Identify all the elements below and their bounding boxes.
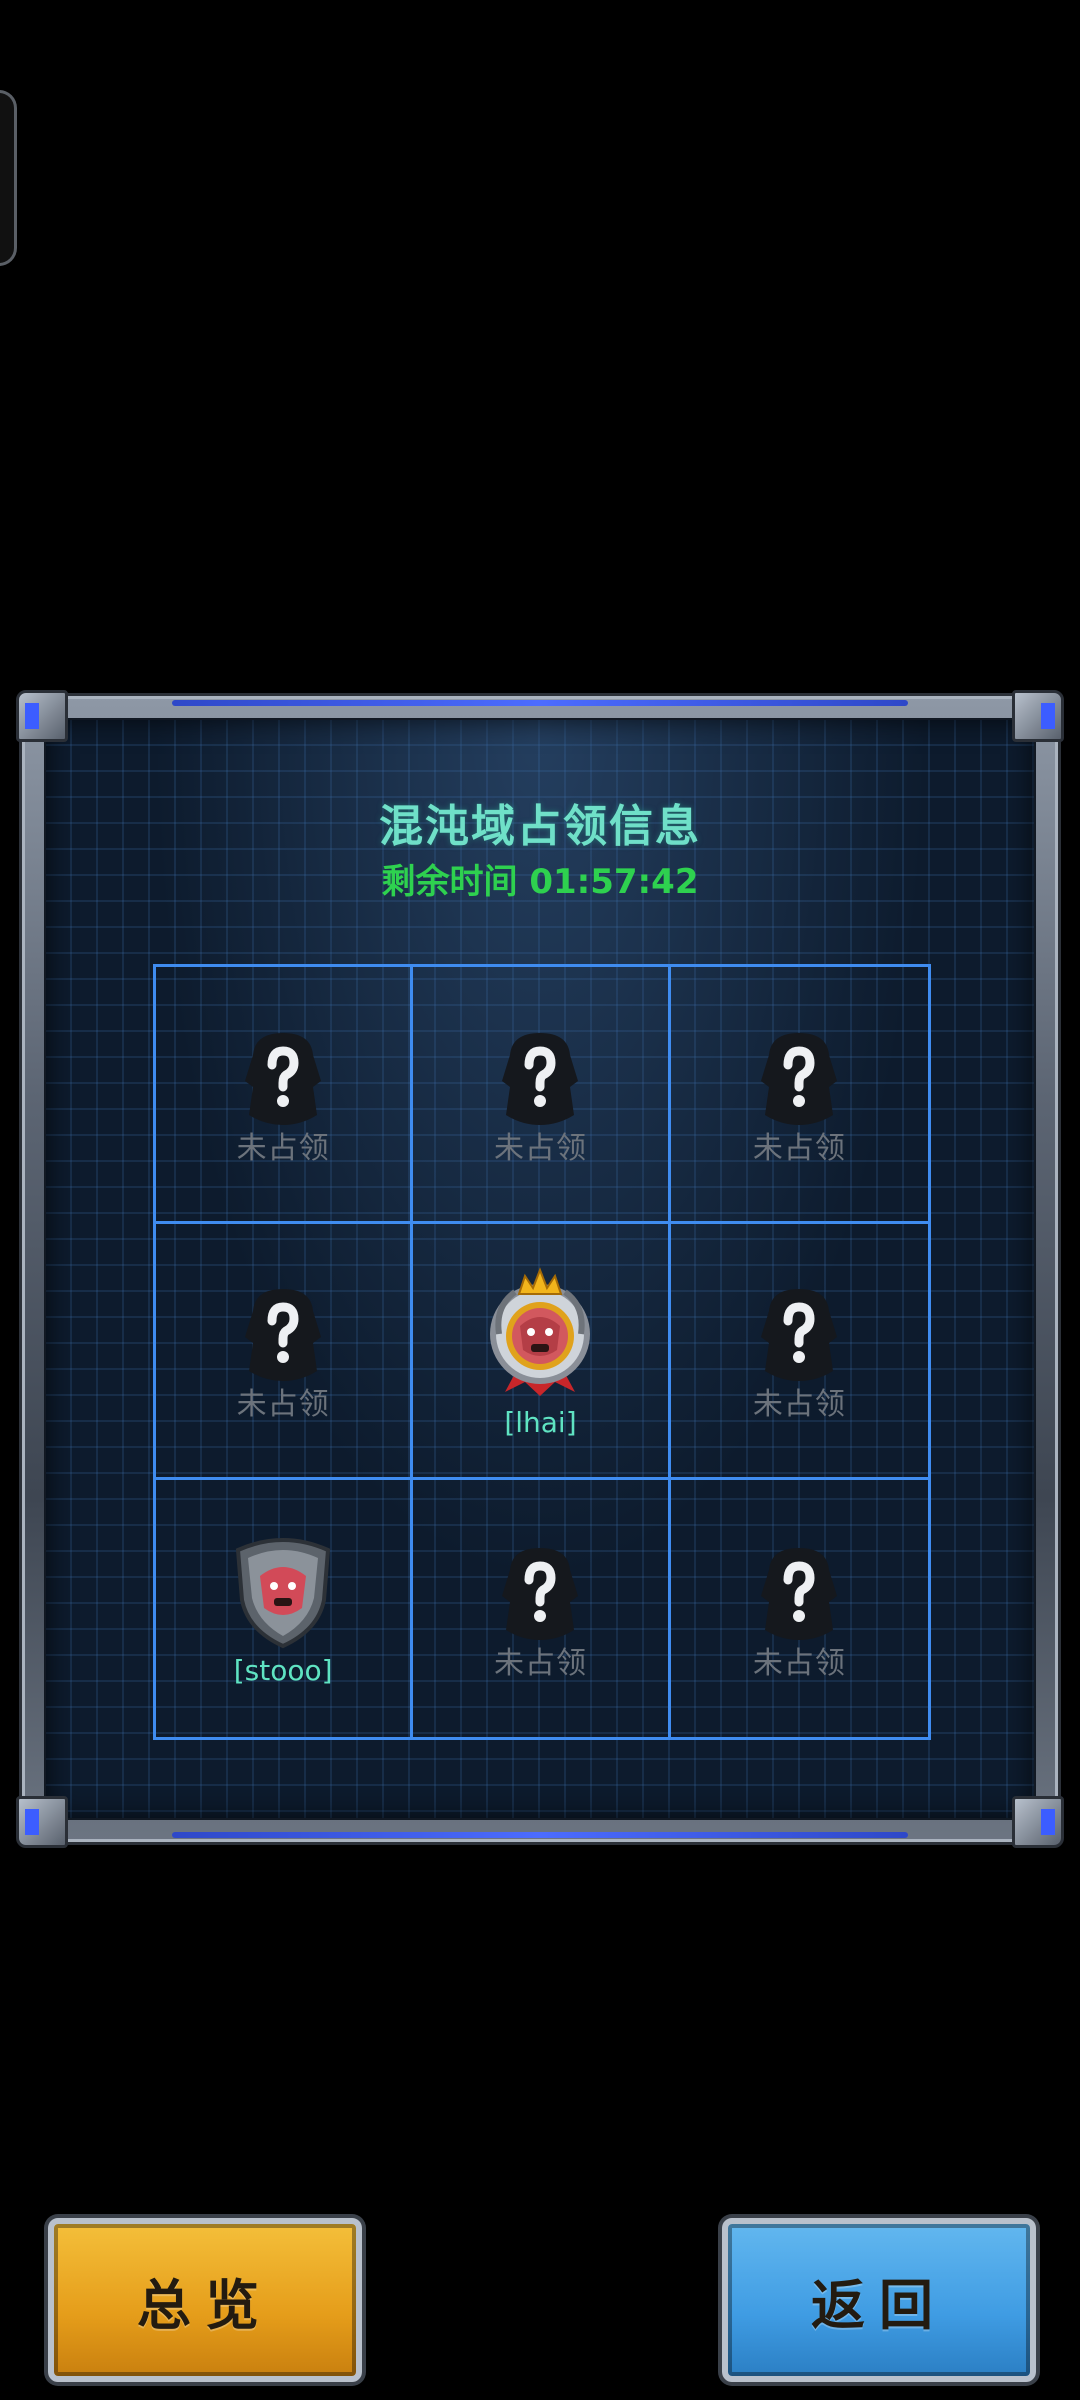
unknown-avatar-icon (225, 1021, 341, 1137)
territory-grid: 未占领 未占领 未占领 未占领 [lhai] 未占领 [stooo] 未占领 未… (153, 964, 931, 1740)
occupier-guild-tag: [stooo] (233, 1654, 333, 1688)
boar-shield-icon (228, 1530, 338, 1650)
territory-cell-6[interactable]: 未占领 (670, 1224, 928, 1481)
territory-cell-7-occupied[interactable]: [stooo] (156, 1480, 414, 1737)
territory-cell-8[interactable]: 未占领 (413, 1480, 671, 1737)
unknown-avatar-icon (482, 1536, 598, 1652)
back-button-label: 返回 (811, 2273, 947, 2337)
unknown-avatar-icon (225, 1277, 341, 1393)
territory-cell-3[interactable]: 未占领 (670, 967, 928, 1224)
unknown-avatar-icon (741, 1536, 857, 1652)
territory-cell-2[interactable]: 未占领 (413, 967, 671, 1224)
side-tab-edge[interactable] (0, 90, 17, 266)
panel-bottom-rail (172, 1832, 908, 1838)
unknown-avatar-icon (741, 1277, 857, 1393)
territory-cell-4[interactable]: 未占领 (156, 1223, 414, 1481)
panel-top-rail (172, 700, 908, 706)
unknown-avatar-icon (482, 1021, 598, 1137)
territory-cell-5-occupied[interactable]: [lhai] (413, 1223, 671, 1481)
territory-cell-1[interactable]: 未占领 (156, 967, 414, 1224)
panel-corner-top-left (16, 690, 68, 742)
remaining-time: 剩余时间 01:57:42 (381, 862, 699, 902)
territory-cell-9[interactable]: 未占领 (671, 1480, 928, 1737)
panel-corner-bottom-left (16, 1796, 68, 1848)
panel-corner-top-right (1012, 690, 1064, 742)
overview-button[interactable]: 总览 (48, 2218, 362, 2382)
crowned-boar-crest-icon (475, 1262, 605, 1402)
game-screen: 混沌域占领信息 剩余时间 01:57:42 未占领 未占领 未占领 未占领 [l… (0, 0, 1080, 2400)
panel-corner-bottom-right (1012, 1796, 1064, 1848)
panel-title: 混沌域占领信息 (379, 801, 701, 852)
occupier-guild-tag: [lhai] (504, 1405, 577, 1439)
overview-button-label: 总览 (137, 2273, 273, 2337)
back-button[interactable]: 返回 (722, 2218, 1036, 2382)
unknown-avatar-icon (741, 1021, 857, 1137)
